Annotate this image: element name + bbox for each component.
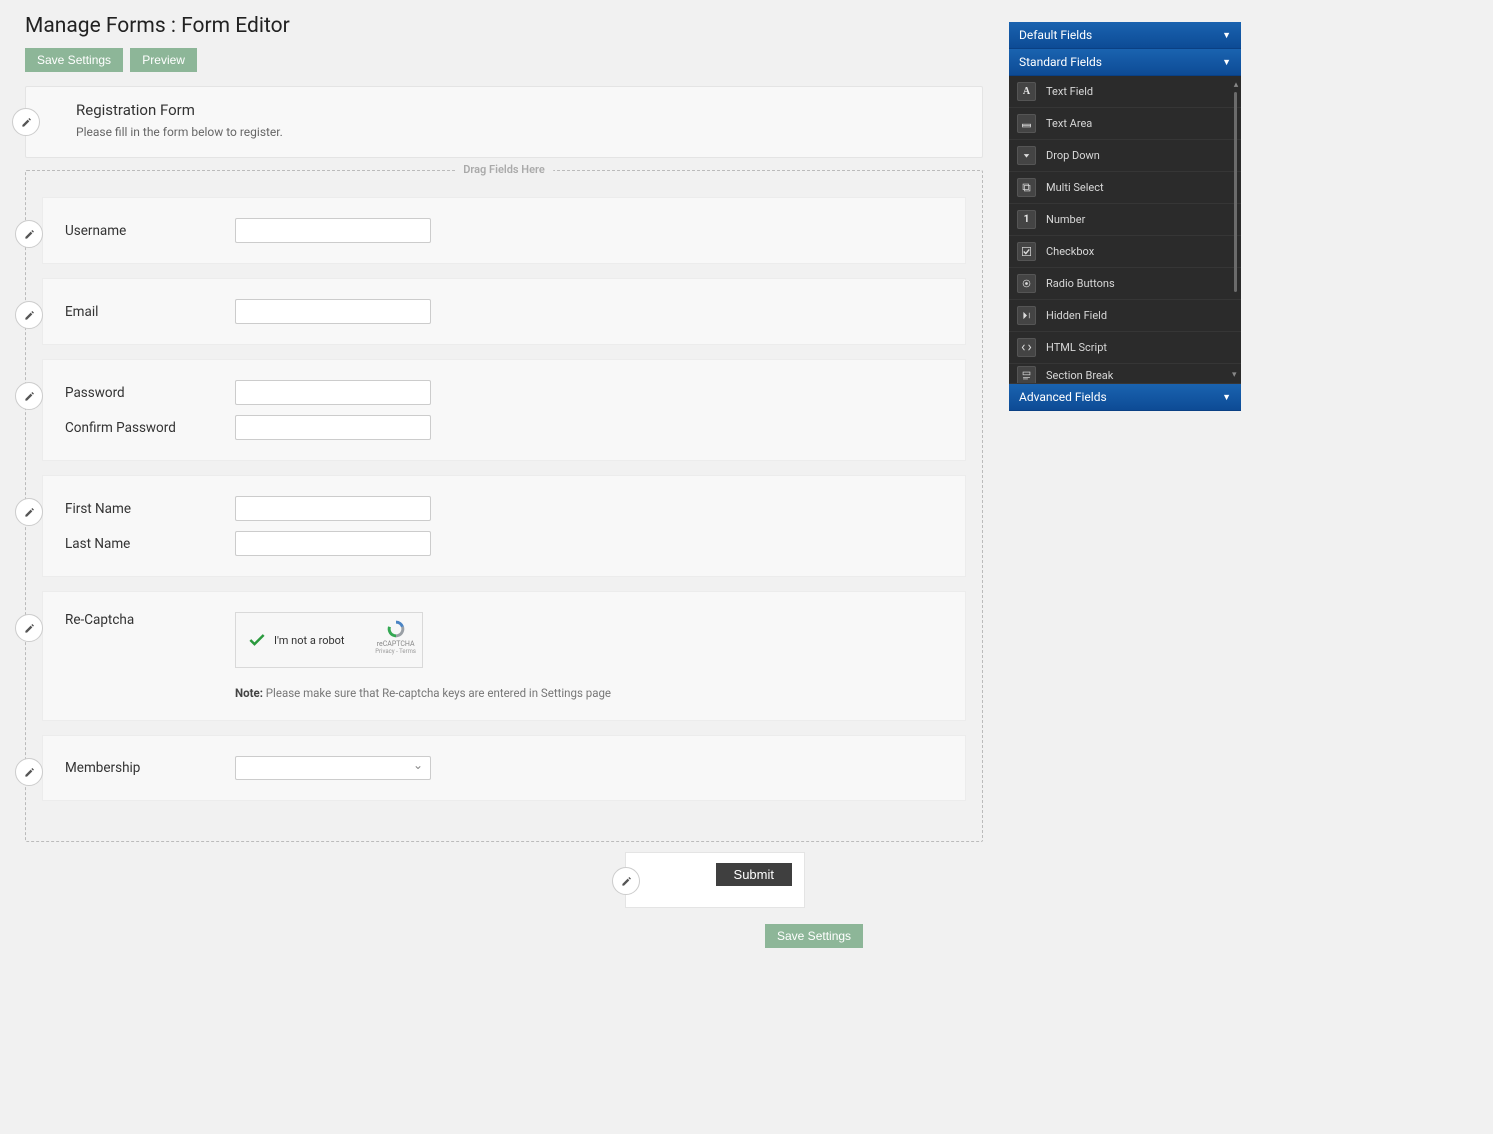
field-palette-label: HTML Script xyxy=(1046,341,1107,354)
top-button-row: Save Settings Preview xyxy=(25,48,983,72)
field-palette-label: Number xyxy=(1046,213,1085,226)
form-header-block: Registration Form Please fill in the for… xyxy=(25,86,983,158)
scroll-up-icon[interactable]: ▴ xyxy=(1233,80,1239,90)
chevron-down-icon: ▼ xyxy=(1222,30,1231,41)
first-name-input[interactable] xyxy=(235,496,431,521)
field-block-password[interactable]: Password Confirm Password xyxy=(42,359,966,461)
pencil-icon xyxy=(24,507,35,518)
accordion-advanced-label: Advanced Fields xyxy=(1019,390,1107,404)
field-palette-item[interactable]: Section Break xyxy=(1009,364,1241,384)
pencil-icon xyxy=(24,310,35,321)
field-type-icon: 1 xyxy=(1017,210,1036,229)
membership-select[interactable] xyxy=(235,756,431,780)
recaptcha-widget[interactable]: I'm not a robot reCAPTCHA Privacy - Term… xyxy=(235,612,423,668)
field-palette-label: Section Break xyxy=(1046,369,1113,382)
field-palette-item[interactable]: Text Area xyxy=(1009,108,1241,140)
field-palette-item[interactable]: HTML Script xyxy=(1009,332,1241,364)
username-label: Username xyxy=(65,223,235,239)
field-type-icon xyxy=(1017,306,1036,325)
pencil-icon xyxy=(621,876,632,887)
scroll-down-icon[interactable]: ▾ xyxy=(1232,370,1237,380)
pencil-icon xyxy=(24,229,35,240)
field-palette-item[interactable]: A Text Field xyxy=(1009,76,1241,108)
accordion-advanced-fields[interactable]: Advanced Fields ▼ xyxy=(1009,384,1241,411)
chevron-down-icon: ▼ xyxy=(1222,392,1231,403)
field-palette-item[interactable]: Multi Select xyxy=(1009,172,1241,204)
field-palette-item[interactable]: Checkbox xyxy=(1009,236,1241,268)
password-input[interactable] xyxy=(235,380,431,405)
drop-zone-label: Drag Fields Here xyxy=(455,163,553,176)
first-name-label: First Name xyxy=(65,501,235,517)
submit-block: Submit xyxy=(625,852,805,908)
field-palette-label: Drop Down xyxy=(1046,149,1100,162)
save-settings-bottom-button[interactable]: Save Settings xyxy=(765,924,863,948)
standard-fields-list: A Text Field Text Area Drop Down Multi Selec… xyxy=(1009,76,1241,384)
field-type-icon xyxy=(1017,366,1036,385)
fields-panel: Default Fields ▼ Standard Fields ▼ A Text… xyxy=(1009,22,1241,411)
field-palette-label: Hidden Field xyxy=(1046,309,1107,322)
field-type-icon: A xyxy=(1017,82,1036,101)
recaptcha-logo: reCAPTCHA Privacy - Terms xyxy=(375,619,416,655)
recaptcha-text: I'm not a robot xyxy=(274,634,345,647)
confirm-password-input[interactable] xyxy=(235,415,431,440)
field-block-username[interactable]: Username xyxy=(42,197,966,264)
edit-username-button[interactable] xyxy=(15,220,43,248)
field-type-icon xyxy=(1017,274,1036,293)
edit-password-button[interactable] xyxy=(15,382,43,410)
email-label: Email xyxy=(65,304,235,320)
chevron-down-icon: ▼ xyxy=(1222,57,1231,68)
recaptcha-note: Note: Please make sure that Re-captcha k… xyxy=(235,686,611,700)
edit-recaptcha-button[interactable] xyxy=(15,614,43,642)
password-label: Password xyxy=(65,385,235,401)
field-palette-item[interactable]: Drop Down xyxy=(1009,140,1241,172)
field-palette-label: Text Field xyxy=(1046,85,1093,98)
field-type-icon xyxy=(1017,178,1036,197)
membership-label: Membership xyxy=(65,760,235,776)
field-palette-label: Multi Select xyxy=(1046,181,1104,194)
pencil-icon xyxy=(24,767,35,778)
field-palette-label: Radio Buttons xyxy=(1046,277,1115,290)
field-type-icon xyxy=(1017,146,1036,165)
field-block-membership[interactable]: Membership xyxy=(42,735,966,801)
field-palette-label: Checkbox xyxy=(1046,245,1094,258)
submit-button[interactable]: Submit xyxy=(716,863,792,886)
last-name-input[interactable] xyxy=(235,531,431,556)
field-block-email[interactable]: Email xyxy=(42,278,966,345)
field-palette-item[interactable]: Radio Buttons xyxy=(1009,268,1241,300)
field-palette-item[interactable]: 1 Number xyxy=(1009,204,1241,236)
scroll-thumb[interactable] xyxy=(1234,92,1237,292)
confirm-password-label: Confirm Password xyxy=(65,420,235,436)
form-subtitle: Please fill in the form below to registe… xyxy=(76,125,960,139)
field-block-name[interactable]: First Name Last Name xyxy=(42,475,966,577)
email-input[interactable] xyxy=(235,299,431,324)
pencil-icon xyxy=(24,391,35,402)
accordion-standard-label: Standard Fields xyxy=(1019,55,1102,69)
pencil-icon xyxy=(21,117,32,128)
scrollbar[interactable]: ▴ ▾ xyxy=(1233,80,1239,380)
field-type-icon xyxy=(1017,114,1036,133)
page-title: Manage Forms : Form Editor xyxy=(25,14,983,38)
preview-button[interactable]: Preview xyxy=(130,48,197,72)
field-block-recaptcha[interactable]: Re-Captcha I'm not a robot reCA xyxy=(42,591,966,721)
field-type-icon xyxy=(1017,338,1036,357)
save-settings-button[interactable]: Save Settings xyxy=(25,48,123,72)
username-input[interactable] xyxy=(235,218,431,243)
field-type-icon xyxy=(1017,242,1036,261)
form-title: Registration Form xyxy=(76,101,960,119)
accordion-standard-fields[interactable]: Standard Fields ▼ xyxy=(1009,49,1241,76)
recaptcha-label: Re-Captcha xyxy=(65,612,235,628)
drop-zone[interactable]: Drag Fields Here Username Email xyxy=(25,170,983,842)
accordion-default-fields[interactable]: Default Fields ▼ xyxy=(1009,22,1241,49)
last-name-label: Last Name xyxy=(65,536,235,552)
accordion-default-label: Default Fields xyxy=(1019,28,1092,42)
edit-name-button[interactable] xyxy=(15,498,43,526)
field-palette-item[interactable]: Hidden Field xyxy=(1009,300,1241,332)
edit-email-button[interactable] xyxy=(15,301,43,329)
edit-form-header-button[interactable] xyxy=(12,108,40,136)
edit-submit-button[interactable] xyxy=(612,867,640,895)
field-palette-label: Text Area xyxy=(1046,117,1092,130)
edit-membership-button[interactable] xyxy=(15,758,43,786)
checkmark-icon xyxy=(246,629,268,651)
pencil-icon xyxy=(24,623,35,634)
